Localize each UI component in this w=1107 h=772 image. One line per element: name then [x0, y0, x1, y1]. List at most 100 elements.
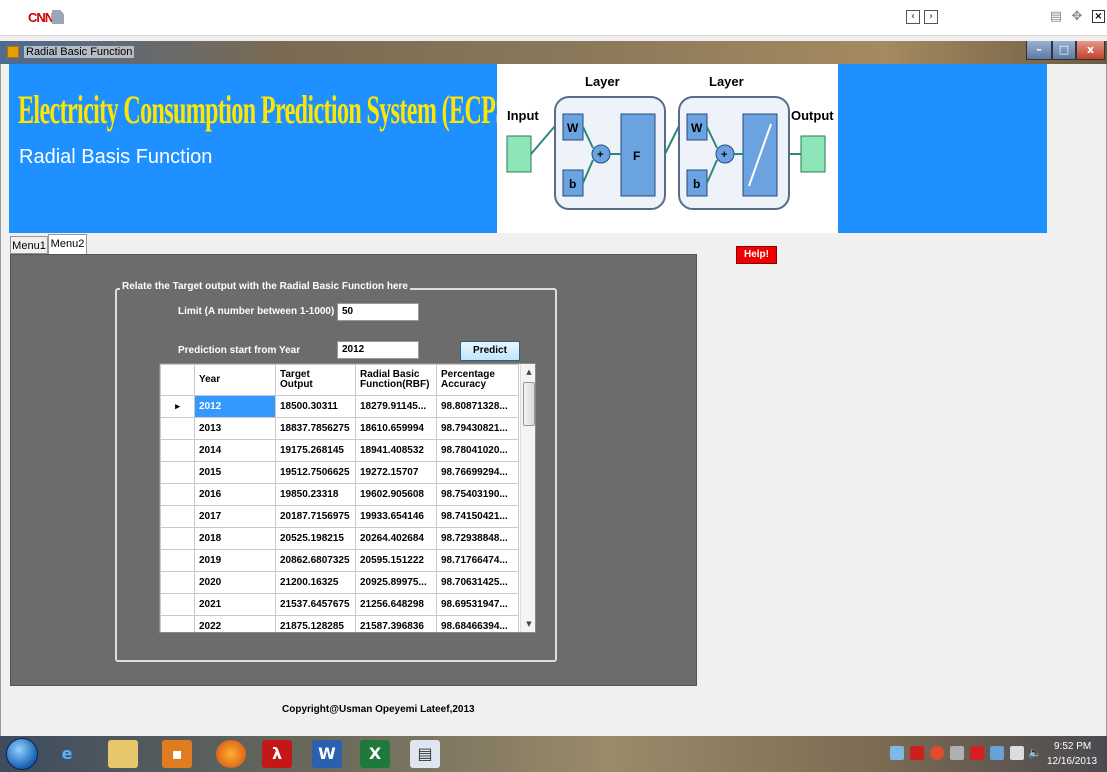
- row-header[interactable]: [160, 549, 195, 572]
- maximize-button[interactable]: □: [1052, 41, 1076, 60]
- close-icon[interactable]: ×: [1092, 10, 1105, 23]
- close-button[interactable]: x: [1076, 41, 1105, 60]
- cell-accuracy[interactable]: 98.74150421...: [436, 505, 519, 528]
- table-row[interactable]: ▸ 2012 18500.30311 18279.91145... 98.8087132…: [160, 395, 519, 418]
- results-grid[interactable]: Year Target Output Radial Basic Function…: [159, 363, 536, 633]
- row-header[interactable]: [160, 527, 195, 550]
- cell-target-output[interactable]: 20187.7156975: [275, 505, 356, 528]
- help-button[interactable]: Help!: [736, 246, 777, 264]
- clock-time[interactable]: 9:52 PM: [1054, 741, 1091, 752]
- cell-year[interactable]: 2014: [194, 439, 276, 462]
- firefox-icon[interactable]: [216, 740, 246, 768]
- cell-accuracy[interactable]: 98.76699294...: [436, 461, 519, 484]
- table-row[interactable]: 2015 19512.7506625 19272.15707 98.76699294.…: [160, 461, 519, 484]
- cell-rbf[interactable]: 19602.905608: [355, 483, 437, 506]
- quicktime-icon[interactable]: [970, 746, 984, 760]
- cell-year[interactable]: 2020: [194, 571, 276, 594]
- table-row[interactable]: 2013 18837.7856275 18610.659994 98.79430821…: [160, 417, 519, 440]
- cell-accuracy[interactable]: 98.79430821...: [436, 417, 519, 440]
- scroll-up-arrow-icon[interactable]: ▲: [521, 364, 535, 380]
- move-icon[interactable]: ✥: [1069, 9, 1085, 25]
- battery-icon[interactable]: [1010, 746, 1024, 760]
- row-header[interactable]: [160, 505, 195, 528]
- cell-year[interactable]: 2021: [194, 593, 276, 616]
- table-row[interactable]: 2022 21875.128285 21587.396836 98.68466394.…: [160, 615, 519, 632]
- cell-accuracy[interactable]: 98.80871328...: [436, 395, 519, 418]
- word-icon[interactable]: W: [312, 740, 342, 768]
- acrobat-icon[interactable]: λ: [262, 740, 292, 768]
- column-header-year[interactable]: Year: [194, 364, 276, 396]
- cell-target-output[interactable]: 19175.268145: [275, 439, 356, 462]
- table-row[interactable]: 2018 20525.198215 20264.402684 98.72938848.…: [160, 527, 519, 550]
- network-icon[interactable]: [890, 746, 904, 760]
- clock-date[interactable]: 12/16/2013: [1047, 756, 1097, 767]
- row-header[interactable]: [160, 593, 195, 616]
- row-header[interactable]: [160, 417, 195, 440]
- next-arrow-icon[interactable]: ›: [924, 10, 938, 24]
- predict-button[interactable]: Predict: [460, 341, 520, 361]
- cell-accuracy[interactable]: 98.69531947...: [436, 593, 519, 616]
- cell-year[interactable]: 2016: [194, 483, 276, 506]
- limit-input[interactable]: 50: [337, 303, 419, 321]
- cell-rbf[interactable]: 20595.151222: [355, 549, 437, 572]
- cell-accuracy[interactable]: 98.70631425...: [436, 571, 519, 594]
- opera-icon[interactable]: [930, 746, 944, 760]
- excel-icon[interactable]: X: [360, 740, 390, 768]
- cell-year[interactable]: 2018: [194, 527, 276, 550]
- cell-target-output[interactable]: 20862.6807325: [275, 549, 356, 572]
- media-icon[interactable]: ▪: [162, 740, 192, 768]
- cell-target-output[interactable]: 19512.7506625: [275, 461, 356, 484]
- cell-rbf[interactable]: 18941.408532: [355, 439, 437, 462]
- start-button[interactable]: [6, 738, 38, 770]
- row-header[interactable]: [160, 571, 195, 594]
- scroll-thumb[interactable]: [523, 382, 535, 426]
- table-row[interactable]: 2016 19850.23318 19602.905608 98.75403190..…: [160, 483, 519, 506]
- ie-icon[interactable]: e: [52, 740, 82, 768]
- cell-rbf[interactable]: 21256.648298: [355, 593, 437, 616]
- cell-rbf[interactable]: 20264.402684: [355, 527, 437, 550]
- prev-arrow-icon[interactable]: ‹: [906, 10, 920, 24]
- cell-year[interactable]: 2013: [194, 417, 276, 440]
- cell-accuracy[interactable]: 98.75403190...: [436, 483, 519, 506]
- cell-rbf[interactable]: 21587.396836: [355, 615, 437, 632]
- start-year-input[interactable]: 2012: [337, 341, 419, 359]
- cell-target-output[interactable]: 21200.16325: [275, 571, 356, 594]
- cell-target-output[interactable]: 19850.23318: [275, 483, 356, 506]
- scroll-down-arrow-icon[interactable]: ▼: [521, 616, 535, 632]
- cell-accuracy[interactable]: 98.72938848...: [436, 527, 519, 550]
- explorer-icon[interactable]: [108, 740, 138, 768]
- table-row[interactable]: 2019 20862.6807325 20595.151222 98.71766474…: [160, 549, 519, 572]
- flag-icon[interactable]: [990, 746, 1004, 760]
- grid-scrollbar[interactable]: ▲ ▼: [520, 364, 535, 632]
- column-header-rbf[interactable]: Radial Basic Function(RBF): [355, 364, 437, 396]
- reader-icon[interactable]: ▤: [1048, 9, 1064, 25]
- cell-target-output[interactable]: 20525.198215: [275, 527, 356, 550]
- cell-rbf[interactable]: 20925.89975...: [355, 571, 437, 594]
- row-header[interactable]: [160, 615, 195, 632]
- cell-rbf[interactable]: 19272.15707: [355, 461, 437, 484]
- cell-year[interactable]: 2019: [194, 549, 276, 572]
- table-row[interactable]: 2014 19175.268145 18941.408532 98.78041020.…: [160, 439, 519, 462]
- cell-target-output[interactable]: 18500.30311: [275, 395, 356, 418]
- column-header-accuracy[interactable]: Percentage Accuracy: [436, 364, 519, 396]
- cell-year[interactable]: 2012: [194, 395, 276, 418]
- cell-year[interactable]: 2017: [194, 505, 276, 528]
- tray-app-icon[interactable]: [950, 746, 964, 760]
- row-header[interactable]: [160, 483, 195, 506]
- cell-target-output[interactable]: 21537.6457675: [275, 593, 356, 616]
- column-header-target-output[interactable]: Target Output: [275, 364, 356, 396]
- volume-icon[interactable]: 🔈: [1028, 746, 1042, 760]
- cell-accuracy[interactable]: 98.71766474...: [436, 549, 519, 572]
- cell-accuracy[interactable]: 98.68466394...: [436, 615, 519, 632]
- cell-year[interactable]: 2022: [194, 615, 276, 632]
- row-header[interactable]: [160, 439, 195, 462]
- app-window-icon[interactable]: ▤: [410, 740, 440, 768]
- row-header[interactable]: ▸: [160, 395, 195, 418]
- cell-target-output[interactable]: 18837.7856275: [275, 417, 356, 440]
- table-row[interactable]: 2017 20187.7156975 19933.654146 98.74150421…: [160, 505, 519, 528]
- cell-target-output[interactable]: 21875.128285: [275, 615, 356, 632]
- cell-rbf[interactable]: 18610.659994: [355, 417, 437, 440]
- tab-menu2[interactable]: Menu2: [48, 234, 87, 256]
- minimize-button[interactable]: –: [1026, 41, 1052, 60]
- row-header[interactable]: [160, 461, 195, 484]
